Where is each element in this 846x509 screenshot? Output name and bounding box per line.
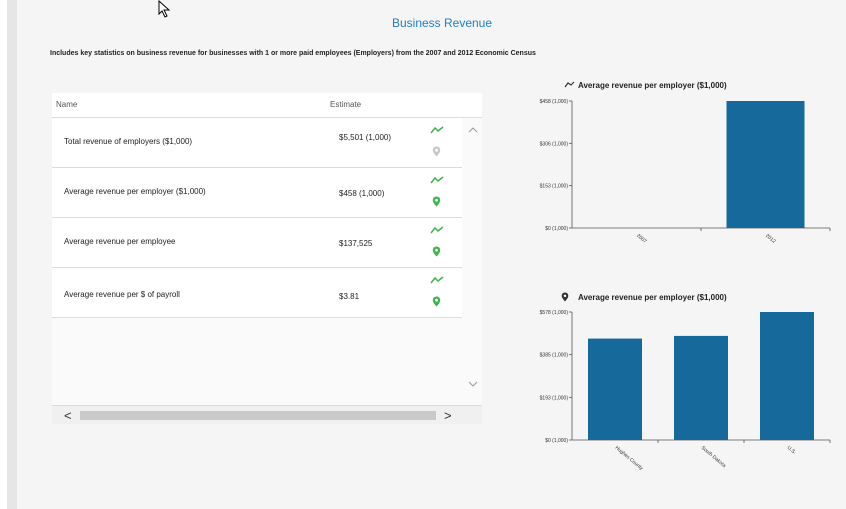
y-tick-label: $193 (1,000) <box>540 395 569 401</box>
row-value: $137,525 <box>339 239 373 248</box>
row-label: Average revenue per employer ($1,000) <box>64 187 206 196</box>
bar-chart-geography: $0 (1,000) $193 (1,000) $385 (1,000) $578 (… <box>540 310 831 472</box>
row-label: Total revenue of employers ($1,000) <box>64 137 193 146</box>
x-tick-label: Hughes County <box>614 445 645 472</box>
trend-chart-icon[interactable] <box>430 126 444 134</box>
statistics-table: Name Estimate Total revenue of employers… <box>52 93 482 424</box>
row-value: $5,501 (1,000) <box>339 133 392 142</box>
table-header: Name Estimate <box>52 93 482 118</box>
trend-icon <box>564 81 575 88</box>
scrollbar-thumb[interactable] <box>80 411 436 420</box>
row-label: Average revenue per employee <box>64 237 176 246</box>
y-tick-label: $0 (1,000) <box>545 226 568 232</box>
bar[interactable] <box>726 101 805 228</box>
trend-chart-icon[interactable] <box>430 176 444 184</box>
left-gutter <box>7 0 17 509</box>
scroll-up-icon[interactable] <box>468 127 478 133</box>
bar-chart-2007-2012: $0 (1,000) $153 (1,000) $306 (1,000) $458 (… <box>540 99 831 245</box>
scroll-down-icon[interactable] <box>468 381 478 387</box>
left-border <box>0 0 7 509</box>
row-value: $3.81 <box>339 292 360 301</box>
y-tick-label: $306 (1,000) <box>540 141 569 147</box>
y-tick-label: $153 (1,000) <box>540 184 569 190</box>
row-label: Average revenue per $ of payroll <box>64 290 180 299</box>
scroll-left-button[interactable]: < <box>64 408 72 423</box>
column-header-estimate[interactable]: Estimate <box>330 100 361 109</box>
table-row[interactable]: Total revenue of employers ($1,000) $5,5… <box>52 118 462 168</box>
y-tick-label: $578 (1,000) <box>540 310 569 316</box>
table-row[interactable]: Average revenue per $ of payroll $3.81 <box>52 268 462 318</box>
map-pin-icon[interactable] <box>432 246 441 257</box>
x-tick-label: 2007 <box>635 233 648 245</box>
x-tick-label: South Dakota <box>700 445 727 469</box>
chart-title: Average revenue per employer ($1,000) <box>578 81 727 90</box>
map-pin-icon <box>561 292 569 302</box>
trend-chart-icon[interactable] <box>430 276 444 284</box>
trend-chart-icon[interactable] <box>430 226 444 234</box>
scroll-right-button[interactable]: > <box>444 408 452 423</box>
map-pin-icon[interactable] <box>432 196 441 207</box>
y-tick-label: $385 (1,000) <box>540 353 569 359</box>
x-tick-label: U.S. <box>786 445 797 456</box>
y-tick-label: $458 (1,000) <box>540 99 569 105</box>
map-pin-icon[interactable] <box>432 296 441 307</box>
bar[interactable] <box>674 335 728 440</box>
column-header-name[interactable]: Name <box>56 100 77 109</box>
x-tick-label: 2012 <box>764 233 777 245</box>
horizontal-scrollbar[interactable]: < > <box>52 405 482 424</box>
chart-title: Average revenue per employer ($1,000) <box>578 293 727 302</box>
row-value: $458 (1,000) <box>339 189 385 198</box>
map-pin-icon[interactable] <box>432 146 441 157</box>
table-row[interactable]: Average revenue per employer ($1,000) $4… <box>52 168 462 218</box>
page-title[interactable]: Business Revenue <box>0 16 846 30</box>
y-tick-label: $0 (1,000) <box>545 438 568 444</box>
page-subtitle: Includes key statistics on business reve… <box>50 50 536 57</box>
table-row[interactable]: Average revenue per employee $137,525 <box>52 218 462 268</box>
bar[interactable] <box>588 338 642 440</box>
bar[interactable] <box>760 312 814 440</box>
